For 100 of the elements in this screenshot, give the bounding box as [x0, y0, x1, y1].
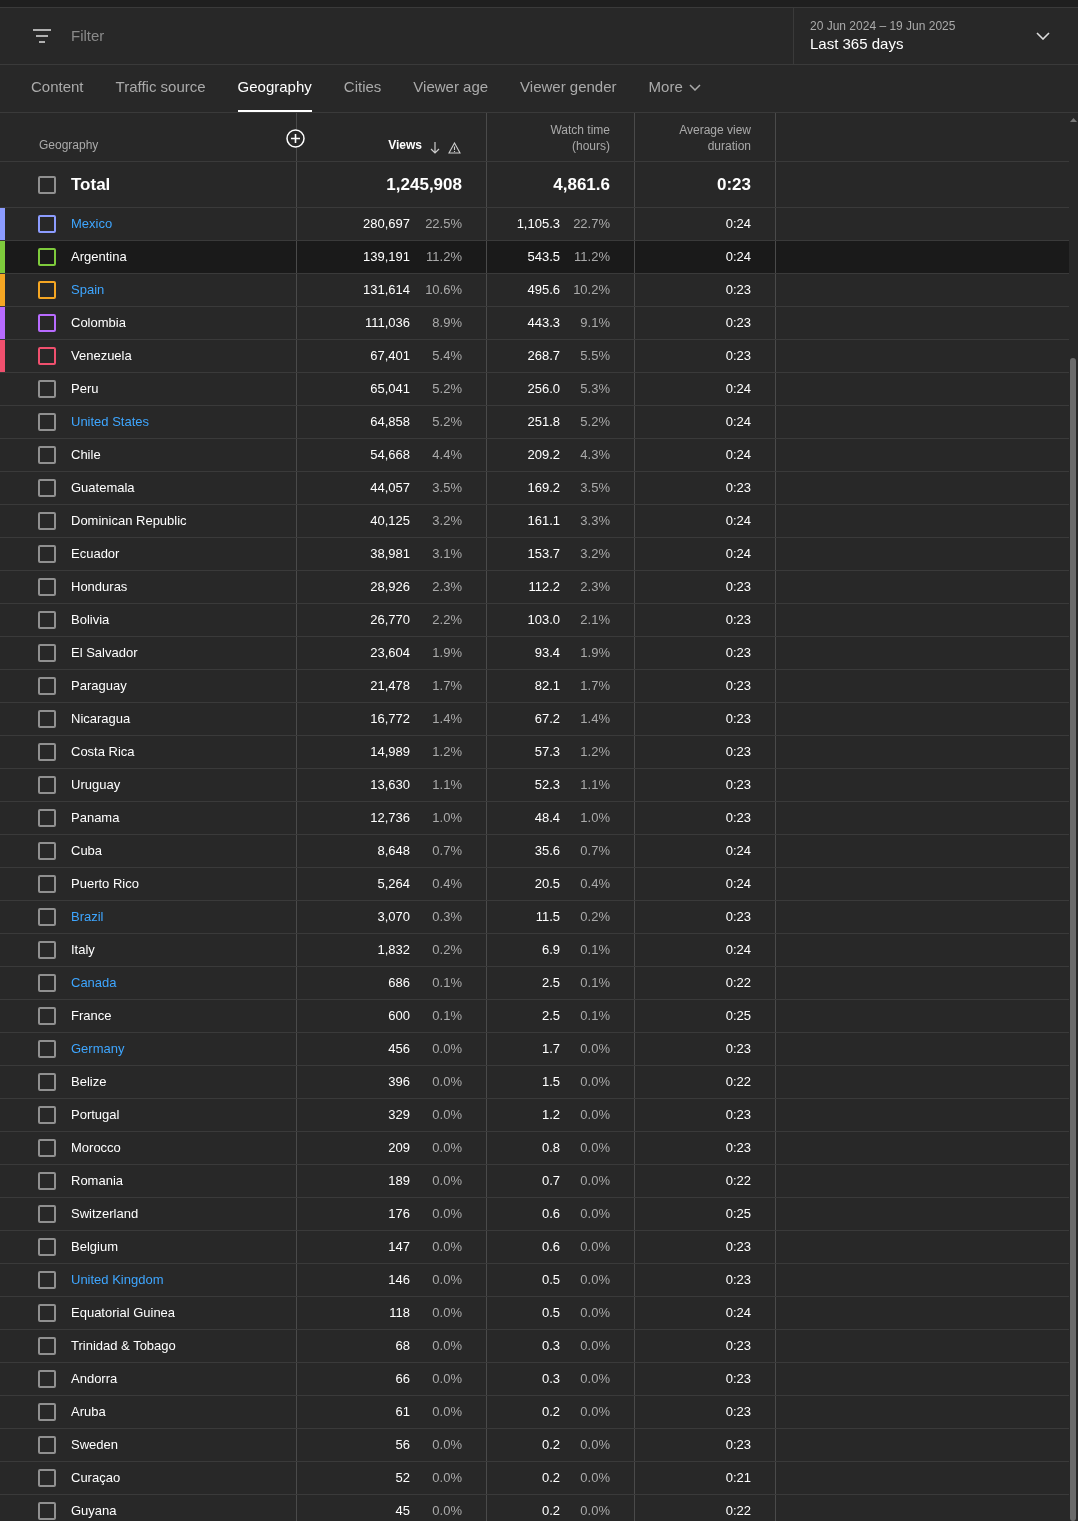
country-link[interactable]: Spain: [71, 280, 105, 300]
checkbox[interactable]: [38, 1205, 56, 1223]
checkbox[interactable]: [38, 1271, 56, 1289]
table-row[interactable]: Mexico 280,697 22.5% 1,105.3 22.7% 0:24: [0, 208, 1069, 241]
checkbox[interactable]: [38, 1007, 56, 1025]
country-link[interactable]: Canada: [71, 973, 117, 993]
tab[interactable]: Content: [31, 65, 84, 112]
table-row[interactable]: Canada 686 0.1% 2.5 0.1% 0:22: [0, 967, 1069, 1000]
checkbox[interactable]: [38, 1040, 56, 1058]
table-row[interactable]: Cuba 8,648 0.7% 35.6 0.7% 0:24: [0, 835, 1069, 868]
table-row[interactable]: Argentina 139,191 11.2% 543.5 11.2% 0:24: [0, 241, 1069, 274]
tab[interactable]: Cities: [343, 65, 382, 112]
checkbox[interactable]: [38, 743, 56, 761]
country-link[interactable]: Brazil: [71, 907, 104, 927]
table-row[interactable]: United Kingdom 146 0.0% 0.5 0.0% 0:23: [0, 1264, 1069, 1297]
table-row[interactable]: Spain 131,614 10.6% 495.6 10.2% 0:23: [0, 274, 1069, 307]
filter-field[interactable]: Filter: [71, 24, 371, 48]
tab[interactable]: More: [648, 65, 701, 112]
checkbox[interactable]: [38, 1502, 56, 1520]
checkbox[interactable]: [38, 413, 56, 431]
checkbox[interactable]: [38, 1337, 56, 1355]
table-row[interactable]: Chile 54,668 4.4% 209.2 4.3% 0:24: [0, 439, 1069, 472]
checkbox[interactable]: [38, 545, 56, 563]
table-row[interactable]: Trinidad & Tobago 68 0.0% 0.3 0.0% 0:23: [0, 1330, 1069, 1363]
checkbox[interactable]: [38, 512, 56, 530]
checkbox[interactable]: [38, 677, 56, 695]
table-row[interactable]: Guatemala 44,057 3.5% 169.2 3.5% 0:23: [0, 472, 1069, 505]
checkbox[interactable]: [38, 1436, 56, 1454]
tab[interactable]: Geography: [237, 65, 312, 112]
checkbox[interactable]: [38, 380, 56, 398]
table-row[interactable]: Portugal 329 0.0% 1.2 0.0% 0:23: [0, 1099, 1069, 1132]
table-row[interactable]: Uruguay 13,630 1.1% 52.3 1.1% 0:23: [0, 769, 1069, 802]
country-link[interactable]: Mexico: [71, 214, 113, 234]
checkbox[interactable]: [38, 1469, 56, 1487]
table-row[interactable]: Ecuador 38,981 3.1% 153.7 3.2% 0:24: [0, 538, 1069, 571]
table-row[interactable]: Morocco 209 0.0% 0.8 0.0% 0:23: [0, 1132, 1069, 1165]
date-range-picker[interactable]: 20 Jun 2024 – 19 Jun 2025 Last 365 days: [793, 8, 1078, 64]
table-row[interactable]: Venezuela 67,401 5.4% 268.7 5.5% 0:23: [0, 340, 1069, 373]
table-row[interactable]: El Salvador 23,604 1.9% 93.4 1.9% 0:23: [0, 637, 1069, 670]
table-row[interactable]: Belgium 147 0.0% 0.6 0.0% 0:23: [0, 1231, 1069, 1264]
checkbox[interactable]: [38, 1172, 56, 1190]
table-row[interactable]: Brazil 3,070 0.3% 11.5 0.2% 0:23: [0, 901, 1069, 934]
add-column-icon[interactable]: [286, 129, 305, 148]
table-row[interactable]: Switzerland 176 0.0% 0.6 0.0% 0:25: [0, 1198, 1069, 1231]
column-header[interactable]: Views: [388, 136, 422, 154]
table-row[interactable]: Puerto Rico 5,264 0.4% 20.5 0.4% 0:24: [0, 868, 1069, 901]
checkbox[interactable]: [38, 1139, 56, 1157]
tab[interactable]: Viewer age: [413, 65, 489, 112]
checkbox[interactable]: [38, 776, 56, 794]
tab[interactable]: Viewer gender: [520, 65, 617, 112]
table-row[interactable]: Costa Rica 14,989 1.2% 57.3 1.2% 0:23: [0, 736, 1069, 769]
checkbox[interactable]: [38, 1106, 56, 1124]
table-row[interactable]: Nicaragua 16,772 1.4% 67.2 1.4% 0:23: [0, 703, 1069, 736]
checkbox[interactable]: [38, 248, 56, 266]
checkbox[interactable]: [38, 446, 56, 464]
checkbox[interactable]: [38, 842, 56, 860]
table-row[interactable]: Aruba 61 0.0% 0.2 0.0% 0:23: [0, 1396, 1069, 1429]
checkbox[interactable]: [38, 710, 56, 728]
table-row[interactable]: Honduras 28,926 2.3% 112.2 2.3% 0:23: [0, 571, 1069, 604]
country-link[interactable]: Germany: [71, 1039, 125, 1059]
table-row[interactable]: Belize 396 0.0% 1.5 0.0% 0:22: [0, 1066, 1069, 1099]
table-row[interactable]: United States 64,858 5.2% 251.8 5.2% 0:24: [0, 406, 1069, 439]
table-row[interactable]: Dominican Republic 40,125 3.2% 161.1 3.3% 0:24: [0, 505, 1069, 538]
table-row[interactable]: Italy 1,832 0.2% 6.9 0.1% 0:24: [0, 934, 1069, 967]
table-row[interactable]: Bolivia 26,770 2.2% 103.0 2.1% 0:23: [0, 604, 1069, 637]
table-row[interactable]: Curaçao 52 0.0% 0.2 0.0% 0:21: [0, 1462, 1069, 1495]
checkbox[interactable]: [38, 347, 56, 365]
checkbox[interactable]: [38, 215, 56, 233]
table-row[interactable]: Equatorial Guinea 118 0.0% 0.5 0.0% 0:24: [0, 1297, 1069, 1330]
checkbox[interactable]: [38, 1370, 56, 1388]
table-row[interactable]: Colombia 111,036 8.9% 443.3 9.1% 0:23: [0, 307, 1069, 340]
checkbox[interactable]: [38, 1073, 56, 1091]
table-row[interactable]: Andorra 66 0.0% 0.3 0.0% 0:23: [0, 1363, 1069, 1396]
checkbox[interactable]: [38, 1238, 56, 1256]
checkbox[interactable]: [38, 809, 56, 827]
checkbox[interactable]: [38, 578, 56, 596]
table-row[interactable]: Peru 65,041 5.2% 256.0 5.3% 0:24: [0, 373, 1069, 406]
checkbox[interactable]: [38, 1304, 56, 1322]
table-row[interactable]: Germany 456 0.0% 1.7 0.0% 0:23: [0, 1033, 1069, 1066]
table-row[interactable]: Panama 12,736 1.0% 48.4 1.0% 0:23: [0, 802, 1069, 835]
checkbox[interactable]: [38, 611, 56, 629]
checkbox[interactable]: [38, 941, 56, 959]
table-row[interactable]: Sweden 56 0.0% 0.2 0.0% 0:23: [0, 1429, 1069, 1462]
filter-icon[interactable]: [33, 29, 51, 43]
table-row[interactable]: Paraguay 21,478 1.7% 82.1 1.7% 0:23: [0, 670, 1069, 703]
scrollbar-thumb[interactable]: [1070, 358, 1076, 1521]
checkbox[interactable]: [38, 1403, 56, 1421]
checkbox[interactable]: [38, 175, 56, 194]
table-row[interactable]: France 600 0.1% 2.5 0.1% 0:25: [0, 1000, 1069, 1033]
country-link[interactable]: United Kingdom: [71, 1270, 164, 1290]
table-row[interactable]: Romania 189 0.0% 0.7 0.0% 0:22: [0, 1165, 1069, 1198]
checkbox[interactable]: [38, 644, 56, 662]
checkbox[interactable]: [38, 479, 56, 497]
checkbox[interactable]: [38, 281, 56, 299]
checkbox[interactable]: [38, 875, 56, 893]
checkbox[interactable]: [38, 974, 56, 992]
country-link[interactable]: United States: [71, 412, 150, 432]
checkbox[interactable]: [38, 908, 56, 926]
scroll-up-icon[interactable]: [1070, 118, 1077, 122]
tab[interactable]: Traffic source: [115, 65, 206, 112]
